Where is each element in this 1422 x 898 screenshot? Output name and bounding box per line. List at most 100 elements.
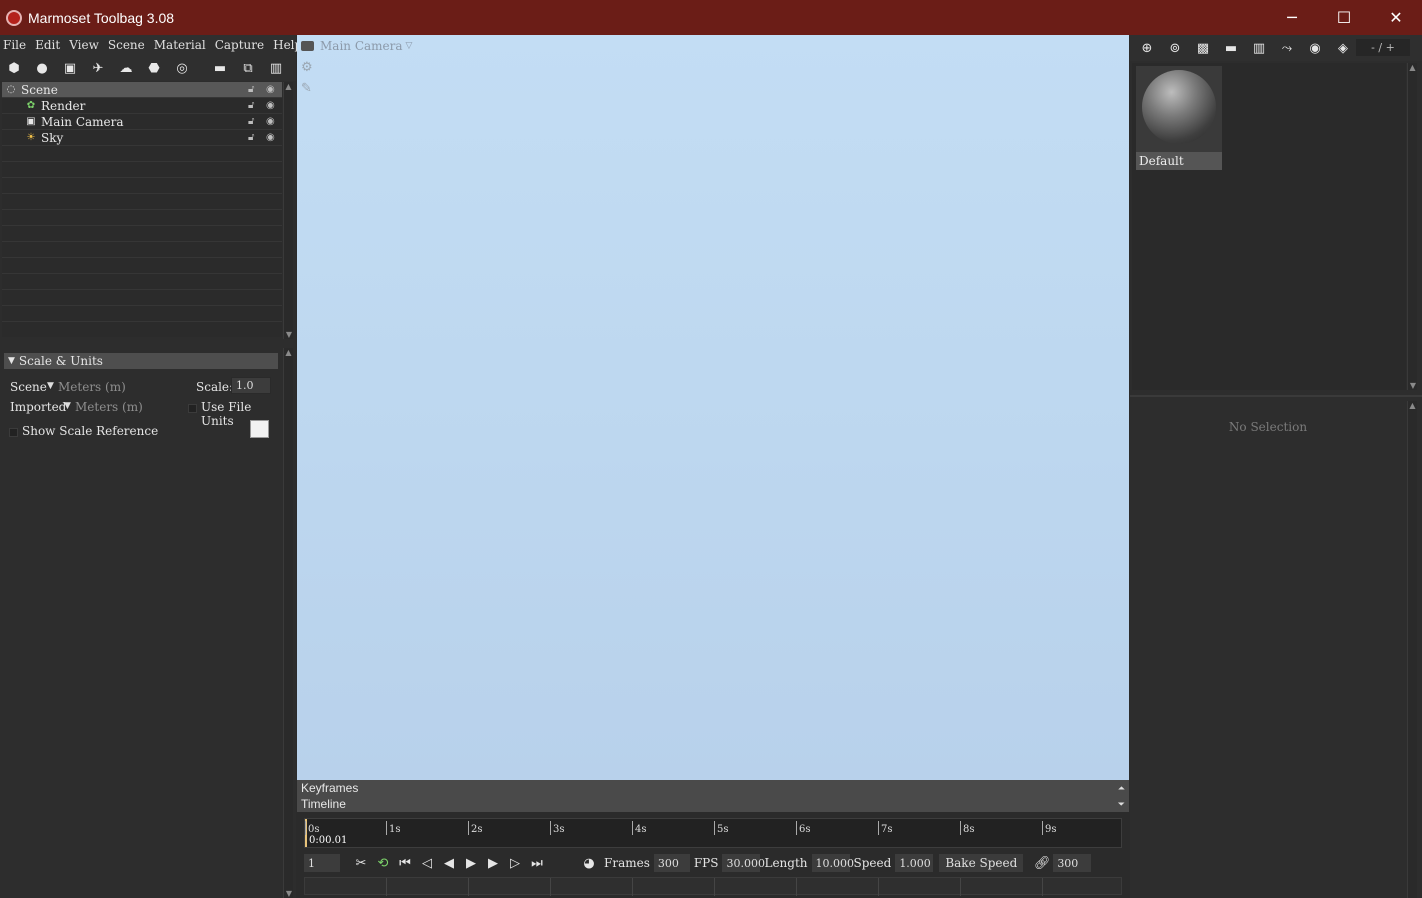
maximize-button[interactable]: ☐ — [1318, 0, 1370, 35]
material-thumbnail[interactable]: Default — [1136, 66, 1222, 170]
menu-capture[interactable]: Capture — [212, 38, 270, 52]
tree-item-scene[interactable]: ◌ Scene 🔓︎ ◉ — [2, 82, 282, 98]
open-folder-icon[interactable]: ▬ — [1221, 39, 1241, 57]
add-mesh-icon[interactable]: ⬢ — [4, 59, 24, 77]
link-icon[interactable]: 🔗︎ — [1031, 856, 1053, 871]
menu-scene[interactable]: Scene — [105, 38, 151, 52]
checker-icon[interactable]: ▩ — [1193, 39, 1213, 57]
minimize-button[interactable]: ─ — [1266, 0, 1318, 35]
duplicate-material-icon[interactable]: ⊚ — [1165, 39, 1185, 57]
visibility-eye-icon[interactable]: ◉ — [266, 84, 275, 95]
time-ruler[interactable]: 0s 1s 2s 3s 4s 5s 6s 7s 8s 9s 0:00.01 — [304, 818, 1122, 848]
add-material-icon[interactable]: ⊕ — [1137, 39, 1157, 57]
window-title: Marmoset Toolbag 3.08 — [28, 9, 175, 26]
material-library: Default — [1132, 63, 1406, 390]
scene-units-label: Scene — [10, 380, 47, 394]
sky-icon: ☀ — [26, 132, 36, 143]
timeline-bar[interactable]: Timeline ⏷ — [297, 796, 1129, 812]
tree-item-sky[interactable]: ☀ Sky 🔓︎ ◉ — [2, 130, 282, 146]
viewport-settings-gear-icon[interactable]: ⚙ — [301, 60, 315, 75]
imported-units-select[interactable]: Meters (m) — [75, 400, 143, 414]
step-forward-icon[interactable]: ▶ — [482, 856, 504, 871]
playback-controls: 1 ✂ ⟲ ⏮ ◁ ◀ ▶ ▶ ▷ ⏭ ◕ Frames 300 FPS 30.… — [304, 852, 1122, 874]
fps-input[interactable]: 30.000 — [722, 854, 765, 872]
add-camera-icon[interactable]: ▣ — [60, 59, 80, 77]
add-shadow-catcher-icon[interactable]: ⬣ — [144, 59, 164, 77]
lock-icon[interactable]: 🔓︎ — [248, 116, 254, 127]
link-frames-input[interactable]: 300 — [1053, 854, 1092, 872]
current-time: 0:00.01 — [309, 835, 348, 846]
menu-edit[interactable]: Edit — [32, 38, 66, 52]
menu-view[interactable]: View — [66, 38, 105, 52]
tree-item-render[interactable]: ✿ Render 🔓︎ ◉ — [2, 98, 282, 114]
show-scale-reference-label: Show Scale Reference — [22, 424, 159, 438]
visibility-eye-icon[interactable]: ◉ — [266, 100, 275, 111]
keyframes-bar[interactable]: Keyframes ⏶ — [297, 780, 1129, 796]
keyframe-track[interactable] — [304, 877, 1122, 896]
lock-icon[interactable]: 🔓︎ — [248, 100, 254, 111]
frames-input[interactable]: 300 — [653, 854, 690, 872]
next-keyframe-icon[interactable]: ▷ — [504, 856, 526, 871]
open-folder-icon[interactable]: ▬ — [210, 59, 230, 77]
viewport-brush-icon[interactable]: ✎ — [301, 81, 315, 96]
material-scrollbar[interactable]: ▲ ▼ — [1407, 63, 1417, 390]
visibility-eye-icon[interactable]: ◉ — [266, 132, 275, 143]
add-baker-icon[interactable]: ◎ — [172, 59, 192, 77]
tick-label: 4s — [635, 824, 647, 835]
expand-up-icon[interactable]: ⏶ — [1118, 783, 1125, 794]
play-icon[interactable]: ▶ — [460, 856, 482, 871]
bake-speed-button[interactable]: Bake Speed — [939, 854, 1024, 872]
pick-material-icon[interactable]: ◉ — [1305, 39, 1325, 57]
loop-icon[interactable]: ⟲ — [372, 856, 394, 871]
material-toolbar: ⊕ ⊚ ▩ ▬ ▥ ⤳ ◉ ◈ - / + — [1130, 35, 1422, 61]
camera-label: Main Camera — [320, 39, 403, 53]
menu-material[interactable]: Material — [151, 38, 212, 52]
page-navigator[interactable]: - / + — [1356, 39, 1410, 56]
properties-scrollbar[interactable]: ▲ ▼ — [283, 348, 293, 898]
visibility-eye-icon[interactable]: ◉ — [266, 116, 275, 127]
camera-icon — [301, 41, 314, 51]
current-frame-input[interactable]: 1 — [304, 854, 340, 872]
lock-icon[interactable]: 🔓︎ — [248, 132, 254, 143]
length-input[interactable]: 10.000 — [811, 854, 854, 872]
add-light-icon[interactable]: ● — [32, 59, 52, 77]
timeline-label: Timeline — [301, 797, 346, 811]
camera-selector[interactable]: Main Camera ▽ — [301, 39, 412, 53]
skip-to-end-icon[interactable]: ⏭ — [526, 856, 548, 871]
collapse-down-icon[interactable]: ⏷ — [1118, 799, 1125, 810]
prev-keyframe-icon[interactable]: ◁ — [416, 856, 438, 871]
menu-file[interactable]: File — [0, 38, 32, 52]
step-back-icon[interactable]: ◀ — [438, 856, 460, 871]
section-scale-units[interactable]: ▼ Scale & Units — [4, 353, 278, 369]
scissors-icon[interactable]: ✂ — [350, 856, 372, 871]
lock-icon[interactable]: 🔓︎ — [248, 84, 254, 95]
compass-icon[interactable]: ◈ — [1333, 39, 1353, 57]
assign-material-icon[interactable]: ⤳ — [1277, 39, 1297, 57]
clock-icon[interactable]: ◕ — [578, 856, 600, 871]
scene-units-select[interactable]: Meters (m) — [58, 380, 126, 394]
use-file-units-checkbox[interactable] — [188, 404, 197, 413]
add-sky-icon[interactable]: ☁ — [116, 59, 136, 77]
skip-to-start-icon[interactable]: ⏮ — [394, 856, 416, 871]
tree-item-main-camera[interactable]: ▣ Main Camera 🔓︎ ◉ — [2, 114, 282, 130]
close-button[interactable]: ✕ — [1370, 0, 1422, 35]
dropdown-arrow-icon[interactable]: ▼ — [64, 401, 71, 411]
delete-icon[interactable]: ▥ — [266, 59, 286, 77]
tick-label: 8s — [963, 824, 975, 835]
show-scale-reference-checkbox[interactable] — [9, 428, 18, 437]
duplicate-icon[interactable]: ⧉ — [238, 59, 258, 77]
speed-input[interactable]: 1.000 — [895, 854, 934, 872]
material-properties-scrollbar[interactable]: ▲ — [1407, 401, 1417, 898]
3d-viewport[interactable]: Main Camera ▽ ⚙ ✎ — [297, 35, 1129, 780]
scale-input[interactable]: 1.0 — [231, 377, 271, 394]
scale-reference-color-swatch[interactable] — [250, 420, 269, 438]
frames-label: Frames — [604, 856, 650, 870]
timeline-panel: Keyframes ⏶ Timeline ⏷ 0s 1s 2s 3s 4s 5s… — [297, 780, 1129, 898]
tree-item-label: Scene — [21, 82, 58, 97]
tick-label: 1s — [389, 824, 401, 835]
dropdown-arrow-icon[interactable]: ▼ — [47, 381, 54, 391]
add-turntable-icon[interactable]: ✈ — [88, 59, 108, 77]
delete-icon[interactable]: ▥ — [1249, 39, 1269, 57]
scene-icon: ◌ — [6, 84, 16, 95]
tree-scrollbar[interactable]: ▲ ▼ — [283, 82, 293, 339]
